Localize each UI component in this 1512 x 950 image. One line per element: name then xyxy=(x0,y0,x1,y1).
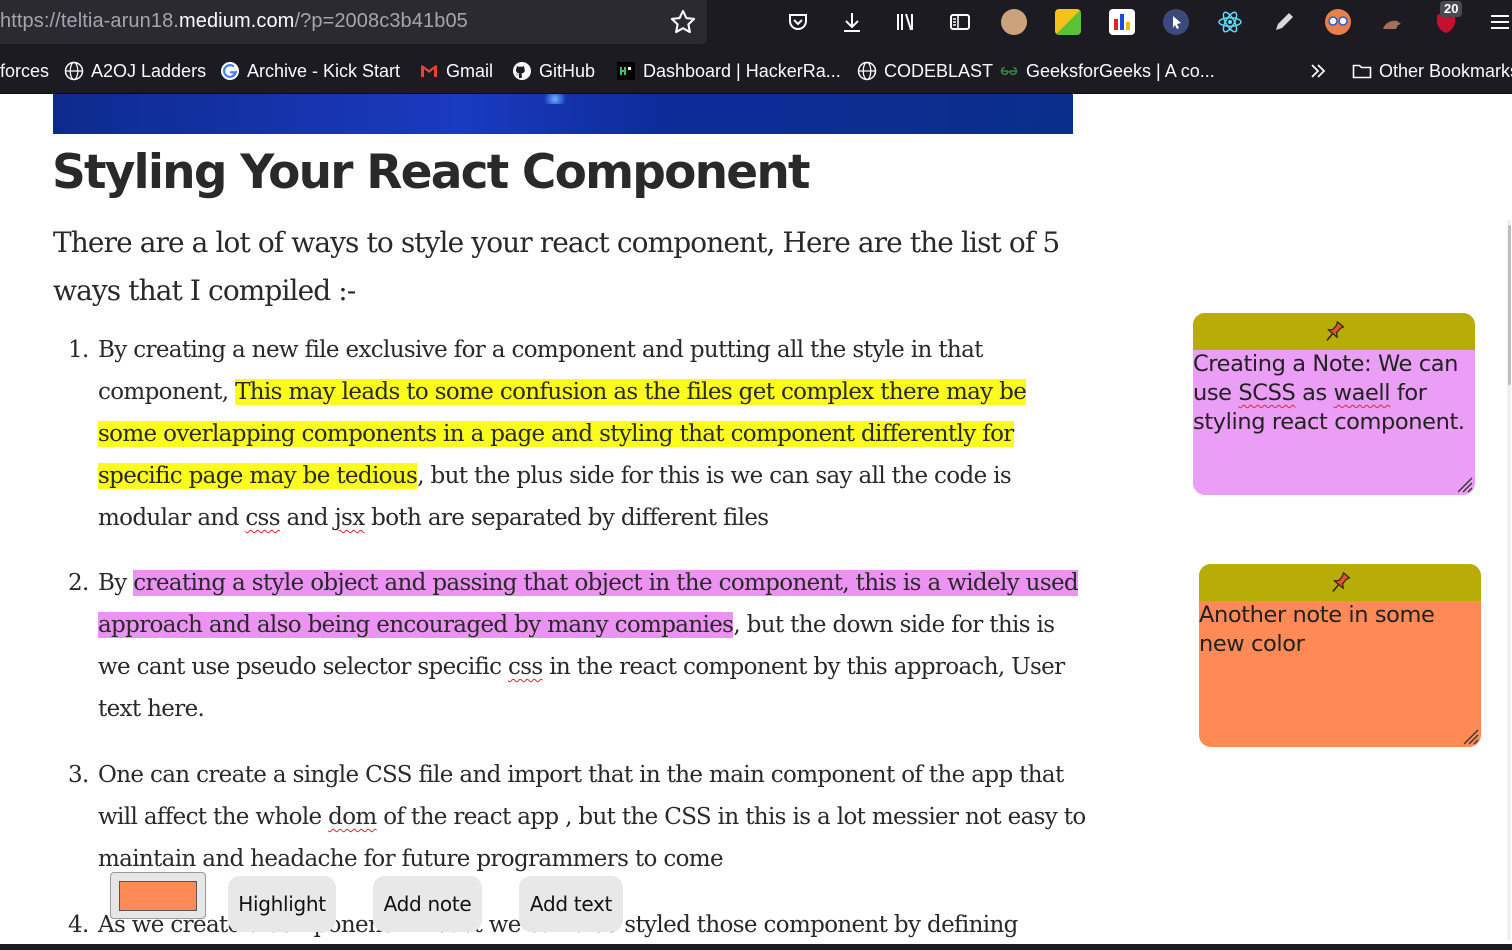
chart-extension-icon[interactable] xyxy=(1109,9,1135,35)
note-text[interactable]: Another note in some new color xyxy=(1199,601,1481,659)
ways-list: 1. By creating a new file exclusive for a… xyxy=(68,329,1088,946)
list-item: 3. One can create a single CSS file and i… xyxy=(68,762,1086,872)
bookmark-a2oj[interactable]: A2OJ Ladders xyxy=(64,60,206,82)
resize-handle-icon[interactable] xyxy=(1453,473,1473,493)
gmail-icon xyxy=(419,61,439,81)
reader-sidebar-icon[interactable] xyxy=(945,7,975,37)
bookmark-kickstart[interactable]: Archive - Kick Start xyxy=(220,60,400,82)
scrollbar-thumb[interactable] xyxy=(1508,225,1511,385)
cursor-extension-icon[interactable] xyxy=(1163,9,1189,35)
resize-handle-icon[interactable] xyxy=(1459,725,1479,745)
glasses-extension-icon[interactable] xyxy=(1325,9,1351,35)
avatar-extension-icon[interactable] xyxy=(1001,9,1027,35)
folder-icon xyxy=(1352,61,1372,81)
react-devtools-icon[interactable] xyxy=(1217,9,1243,35)
note-text[interactable]: Creating a Note: We can use SCSS as wael… xyxy=(1193,350,1475,437)
other-bookmarks[interactable]: Other Bookmarks xyxy=(1352,60,1512,82)
article-title: Styling Your React Component xyxy=(52,145,810,200)
notification-badge: 20 xyxy=(1440,1,1463,17)
spellcheck-word: waell xyxy=(1333,380,1391,406)
add-note-button[interactable]: Add note xyxy=(373,876,482,932)
pocket-icon[interactable] xyxy=(783,7,813,37)
list-item: 2. By creating a style object and passing… xyxy=(68,570,1079,722)
hackerrank-icon xyxy=(616,61,636,81)
bookmark-hackerrank[interactable]: Dashboard | HackerRa... xyxy=(616,60,841,82)
bookmarks-bar: forces A2OJ Ladders Archive - Kick Start… xyxy=(0,47,1512,94)
note-drag-handle[interactable] xyxy=(1193,313,1475,350)
animal-extension-icon[interactable] xyxy=(1379,9,1405,35)
bookmark-geeksforgeeks[interactable]: GeeksforGeeks | A co... xyxy=(999,60,1215,82)
sticky-note[interactable]: Creating a Note: We can use SCSS as wael… xyxy=(1193,313,1475,495)
url-bar[interactable]: https://teltia-arun18.medium.com/?p=2008… xyxy=(0,0,707,44)
globe-icon xyxy=(857,61,877,81)
color-picker[interactable] xyxy=(110,872,206,919)
window-bottom-edge xyxy=(0,944,1512,950)
chevrons-right-icon xyxy=(1308,61,1328,81)
color-extension-icon[interactable] xyxy=(1055,9,1081,35)
color-swatch xyxy=(119,881,197,911)
pin-icon xyxy=(1332,571,1351,592)
highlight-button[interactable]: Highlight xyxy=(228,876,336,932)
spellcheck-word: dom xyxy=(328,804,377,830)
browser-toolbar: https://teltia-arun18.medium.com/?p=2008… xyxy=(0,0,1512,47)
article-intro: There are a lot of ways to style your re… xyxy=(53,226,1060,307)
spellcheck-word: css xyxy=(508,654,543,680)
pin-icon xyxy=(1326,320,1345,341)
spellcheck-word: css xyxy=(245,505,280,531)
bookmarks-overflow-button[interactable] xyxy=(1308,60,1335,82)
hero-image-glow xyxy=(540,94,570,104)
pencil-extension-icon[interactable] xyxy=(1271,9,1297,35)
spellcheck-word: jsx xyxy=(334,505,366,531)
menu-hamburger-icon[interactable] xyxy=(1485,7,1512,37)
add-text-button[interactable]: Add text xyxy=(519,876,623,932)
sticky-note[interactable]: Another note in some new color xyxy=(1199,564,1481,747)
bookmark-codeforces[interactable]: forces xyxy=(0,60,49,82)
download-icon[interactable] xyxy=(837,7,867,37)
note-drag-handle[interactable] xyxy=(1199,564,1481,601)
url-text[interactable]: https://teltia-arun18.medium.com/?p=2008… xyxy=(0,10,468,33)
globe-icon xyxy=(64,61,84,81)
bookmark-github[interactable]: GitHub xyxy=(512,60,595,82)
bookmark-gmail[interactable]: Gmail xyxy=(419,60,493,82)
library-icon[interactable] xyxy=(891,7,921,37)
geeksforgeeks-icon xyxy=(999,61,1019,81)
list-item: 1. By creating a new file exclusive for a… xyxy=(68,337,1027,531)
bookmark-star-icon[interactable] xyxy=(669,8,697,36)
bookmark-codeblast[interactable]: CODEBLAST xyxy=(857,60,993,82)
google-icon xyxy=(220,61,240,81)
spellcheck-word: SCSS xyxy=(1238,380,1296,406)
github-icon xyxy=(512,61,532,81)
